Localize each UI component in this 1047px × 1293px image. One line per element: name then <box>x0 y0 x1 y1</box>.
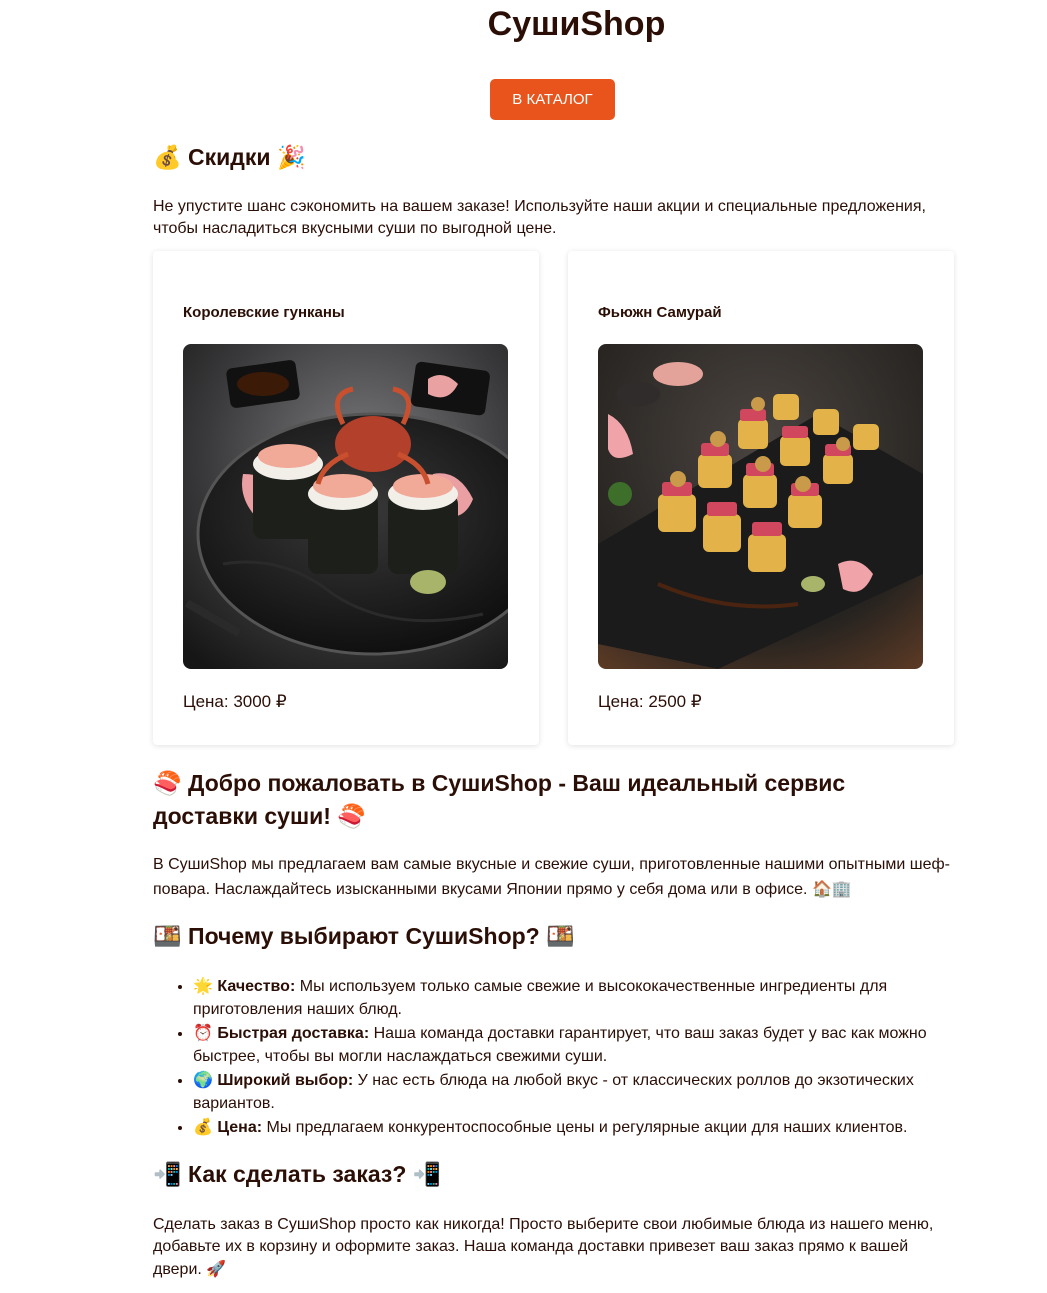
catalog-button[interactable]: В КАТАЛОГ <box>490 79 615 120</box>
discounts-section: 💰 Скидки 🎉 Не упустите шанс сэкономить н… <box>153 141 953 240</box>
site-title: СушиShop <box>487 5 666 43</box>
order-section: 📲 Как сделать заказ? 📲 Сделать заказ в С… <box>153 1158 953 1281</box>
welcome-heading-text: Добро пожаловать в СушиShop - Ваш идеаль… <box>153 770 846 829</box>
mobile-phone-icon: 📲 <box>412 1162 442 1188</box>
star-icon: 🌟 <box>193 976 213 995</box>
order-text-body: Сделать заказ в СушиShop просто как нико… <box>153 1216 934 1278</box>
sushi-icon: 🍣 <box>337 804 366 830</box>
order-text: Сделать заказ в СушиShop просто как нико… <box>153 1214 953 1281</box>
reason-title: Качество: <box>217 978 296 995</box>
reason-title: Цена: <box>217 1119 263 1136</box>
globe-icon: 🌍 <box>193 1070 213 1089</box>
discounts-heading: 💰 Скидки 🎉 <box>153 141 953 174</box>
why-section: 🍱 Почему выбирают СушиShop? 🍱 🌟 Качество… <box>153 920 953 1139</box>
list-item: 💰 Цена: Мы предлагаем конкурентоспособны… <box>193 1115 953 1139</box>
order-heading: 📲 Как сделать заказ? 📲 <box>153 1158 953 1191</box>
bento-box-icon: 🍱 <box>546 924 575 950</box>
list-item: ⏰ Быстрая доставка: Наша команда доставк… <box>193 1021 953 1068</box>
product-name: Фьюжн Самурай <box>598 304 722 321</box>
money-bag-icon: 💰 <box>153 145 182 171</box>
list-item: 🌍 Широкий выбор: У нас есть блюда на люб… <box>193 1068 953 1115</box>
discounts-text: Не упустите шанс сэкономить на вашем зак… <box>153 198 926 237</box>
list-item: 🌟 Качество: Мы используем только самые с… <box>193 974 953 1021</box>
mobile-phone-icon: 📲 <box>153 1162 182 1188</box>
gunkan-sushi-photo-icon <box>183 344 508 669</box>
sushi-icon: 🍣 <box>153 771 182 797</box>
why-heading-text: Почему выбирают СушиShop? <box>188 923 540 949</box>
party-popper-icon: 🎉 <box>276 145 306 171</box>
reason-title: Широкий выбор: <box>217 1072 354 1089</box>
fusion-roll-photo-icon <box>598 344 923 669</box>
reason-title: Быстрая доставка: <box>217 1025 370 1042</box>
reason-text: Мы используем только самые свежие и высо… <box>193 978 888 1018</box>
why-heading: 🍱 Почему выбирают СушиShop? 🍱 <box>153 920 953 953</box>
discounts-heading-text: Скидки <box>188 144 271 170</box>
order-heading-text: Как сделать заказ? <box>188 1161 407 1187</box>
rocket-icon: 🚀 <box>206 1259 227 1278</box>
reason-text: Мы предлагаем конкурентоспособные цены и… <box>266 1119 908 1136</box>
welcome-text: В СушиShop мы предлагаем вам самые вкусн… <box>153 853 953 902</box>
product-name: Королевские гунканы <box>183 304 345 321</box>
product-price: Цена: 3000 ₽ <box>183 692 287 711</box>
product-price: Цена: 2500 ₽ <box>598 692 702 711</box>
money-bag-icon: 💰 <box>193 1117 213 1136</box>
product-card[interactable]: Королевские гунканы Цена: 3000 ₽ <box>153 251 539 745</box>
reasons-list: 🌟 Качество: Мы используем только самые с… <box>153 974 953 1139</box>
house-office-icon: 🏠🏢 <box>811 879 852 898</box>
alarm-clock-icon: ⏰ <box>193 1023 213 1042</box>
product-card[interactable]: Фьюжн Самурай Цена: 2500 ₽ <box>568 251 954 745</box>
welcome-section: 🍣 Добро пожаловать в СушиShop - Ваш идеа… <box>153 767 953 902</box>
bento-box-icon: 🍱 <box>153 924 182 950</box>
welcome-heading: 🍣 Добро пожаловать в СушиShop - Ваш идеа… <box>153 767 953 833</box>
